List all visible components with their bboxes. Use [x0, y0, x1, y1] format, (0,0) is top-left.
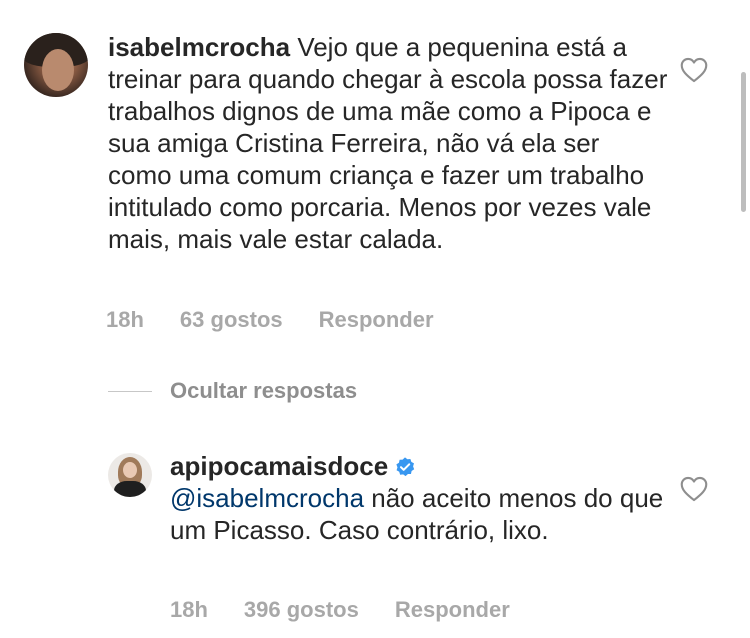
comment-body: isabelmcrocha Vejo que a pequenina está … [108, 31, 668, 255]
reply-reply-button[interactable]: Responder [395, 597, 510, 623]
avatar-apipocamaisdoce[interactable] [108, 453, 152, 497]
reply-username[interactable]: apipocamaisdoce [170, 451, 388, 481]
reply-mention[interactable]: @isabelmcrocha [170, 483, 364, 513]
avatar-face [123, 462, 137, 478]
verified-badge-icon [396, 457, 415, 477]
heart-icon[interactable] [680, 57, 708, 83]
replies-divider [108, 390, 152, 392]
reply-meta: 18h 396 gostos Responder [170, 597, 510, 623]
heart-icon[interactable] [680, 476, 708, 502]
comment-username[interactable]: isabelmcrocha [108, 32, 290, 62]
comment-text: Vejo que a pequenina está a treinar para… [108, 32, 668, 254]
reply-time: 18h [170, 597, 208, 622]
scrollbar[interactable] [741, 72, 746, 212]
hide-replies-label: Ocultar respostas [170, 378, 358, 403]
reply-likes[interactable]: 396 gostos [244, 597, 359, 623]
avatar-face [42, 49, 74, 91]
comment-meta: 18h 63 gostos Responder [106, 307, 434, 333]
hide-replies-button[interactable]: Ocultar respostas [108, 378, 357, 404]
avatar-isabelmcrocha[interactable] [24, 33, 88, 97]
comment-likes[interactable]: 63 gostos [180, 307, 283, 333]
reply-body: apipocamaisdoce @isabelmcrocha não aceit… [170, 450, 670, 546]
avatar-body [114, 481, 146, 497]
comment-reply-button[interactable]: Responder [319, 307, 434, 333]
comment-time: 18h [106, 307, 144, 332]
